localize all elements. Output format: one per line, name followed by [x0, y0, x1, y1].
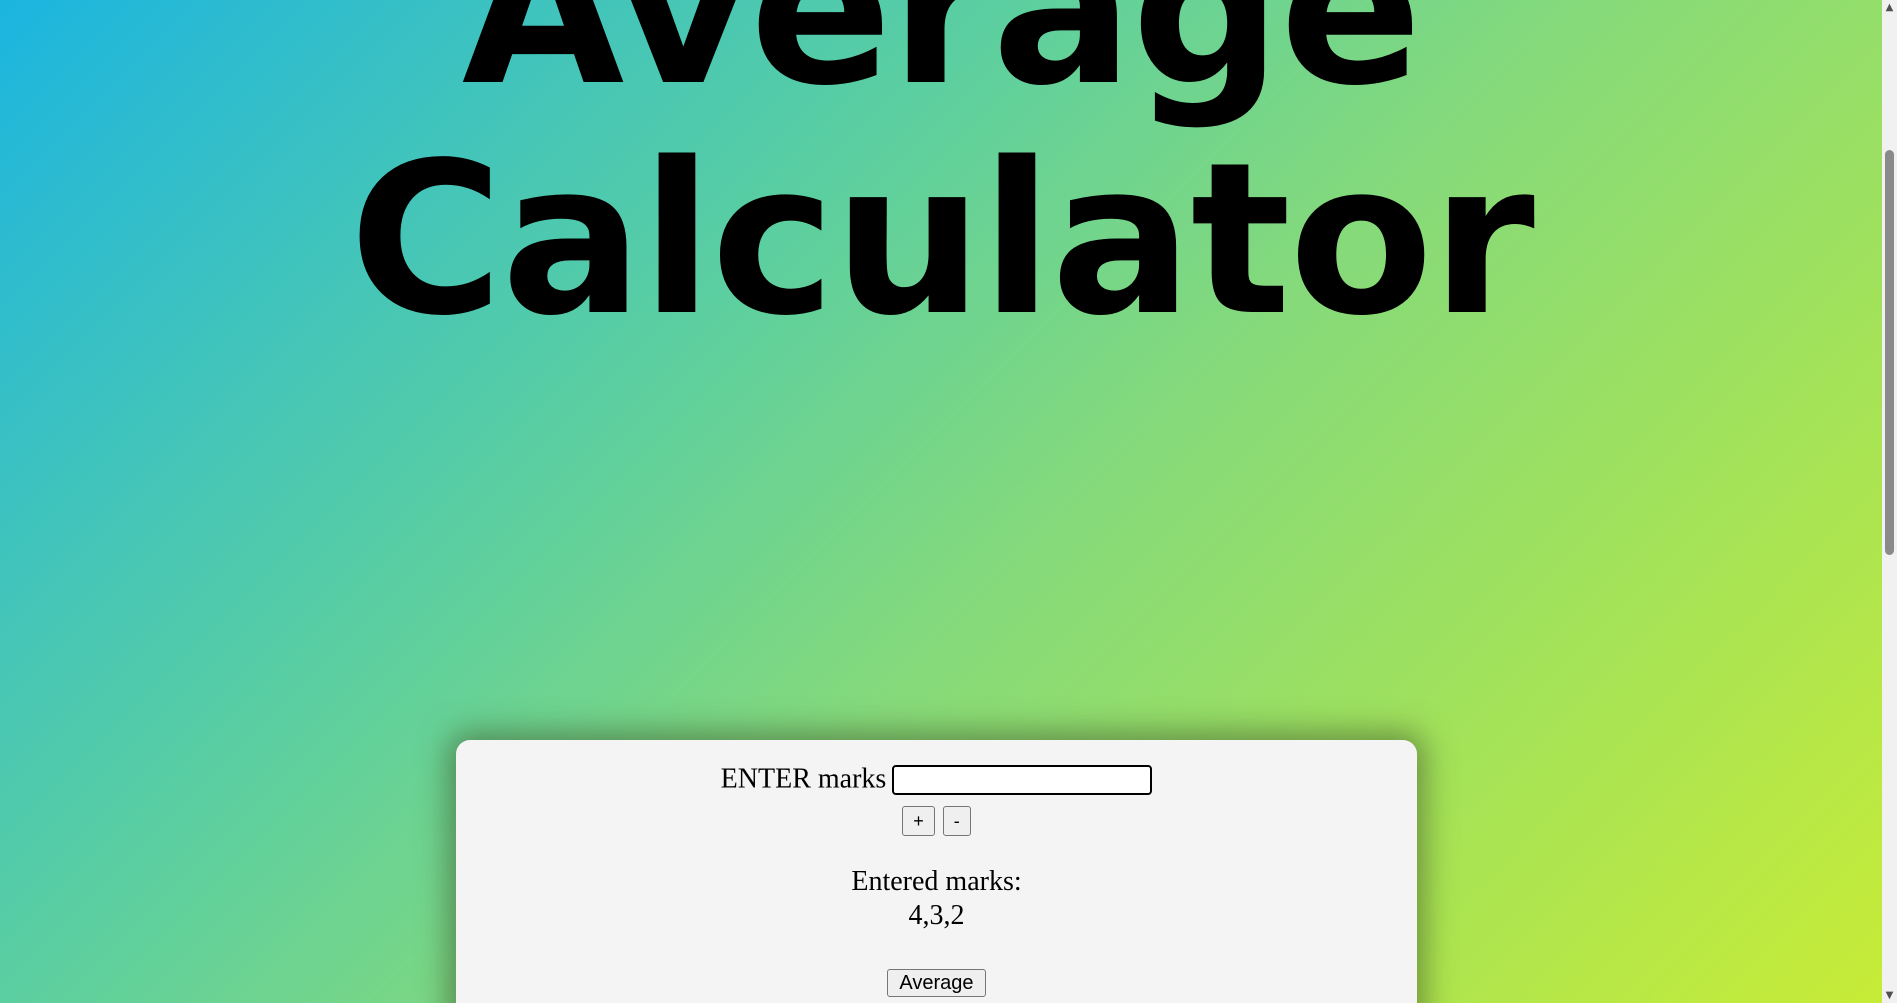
vertical-scrollbar[interactable]: ▲ ▼ — [1882, 0, 1897, 1003]
remove-mark-button[interactable]: - — [942, 806, 971, 836]
page-viewport: Average Calculator ENTER marks + - Enter… — [0, 0, 1882, 1003]
entered-marks-values: 4,3,2 — [908, 900, 965, 931]
page-title-line-1: Average — [461, 0, 1422, 132]
scroll-up-arrow-icon[interactable]: ▲ — [1882, 0, 1897, 15]
average-row: Average — [456, 969, 1417, 997]
enter-marks-label: ENTER marks — [720, 763, 887, 795]
add-mark-button[interactable]: + — [902, 806, 935, 836]
enter-marks-row: ENTER marks — [456, 762, 1417, 796]
average-button[interactable]: Average — [887, 969, 986, 997]
page-title-line-2: Calculator — [349, 117, 1535, 362]
marks-input[interactable] — [892, 764, 1153, 795]
scroll-down-arrow-icon[interactable]: ▼ — [1882, 988, 1897, 1003]
calculator-panel: ENTER marks + - Entered marks: 4,3,2 Ave… — [456, 740, 1417, 1003]
entered-marks-label: Entered marks: — [851, 866, 1022, 897]
scrollbar-thumb[interactable] — [1885, 150, 1894, 555]
add-remove-buttons: + - — [456, 806, 1417, 836]
